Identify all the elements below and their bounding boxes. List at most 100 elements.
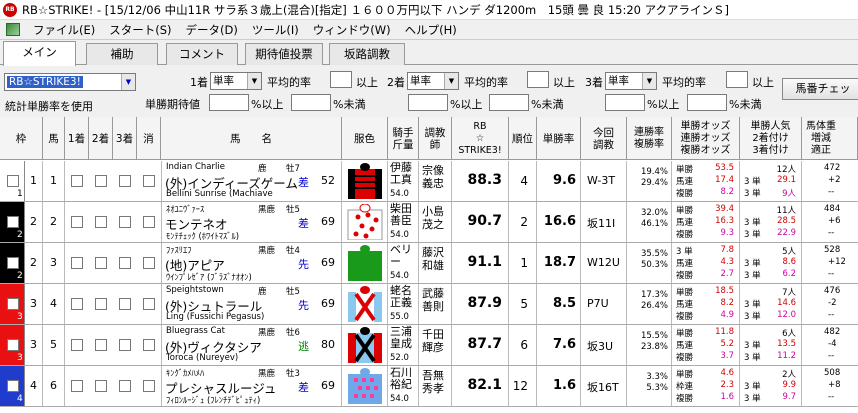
- first-checkbox[interactable]: [71, 339, 83, 351]
- place-rate-cell: 3.3% 5.3%: [627, 366, 672, 406]
- waku-checkbox[interactable]: [7, 257, 19, 269]
- trainer-name[interactable]: 千田 輝彦: [422, 328, 444, 354]
- third-checkbox[interactable]: [119, 298, 131, 310]
- waku-checkbox[interactable]: [7, 175, 19, 187]
- expected2-min-input[interactable]: [408, 94, 448, 111]
- col-rb-strike[interactable]: RB ☆ STRIKE3!: [452, 117, 509, 160]
- tab-expected-vote[interactable]: 期待値投票: [245, 43, 323, 65]
- pct-above-label-3: %以上: [647, 98, 680, 111]
- erase-checkbox[interactable]: [143, 216, 155, 228]
- col-waku[interactable]: 枠: [0, 117, 43, 160]
- rank1-type-select[interactable]: 単率 ▼: [210, 72, 262, 90]
- second-checkbox[interactable]: [95, 257, 107, 269]
- erase-checkbox[interactable]: [143, 380, 155, 392]
- jockey-name[interactable]: 石川 裕紀: [390, 367, 412, 391]
- erase-checkbox[interactable]: [143, 257, 155, 269]
- first-checkbox[interactable]: [71, 216, 83, 228]
- win-odds: 7.8: [720, 245, 734, 255]
- jockey-name[interactable]: 蛯名 正義: [390, 285, 412, 309]
- document-icon[interactable]: [6, 23, 20, 36]
- trainer-name[interactable]: 藤沢 和雄: [422, 246, 444, 272]
- third-checkbox[interactable]: [119, 216, 131, 228]
- rank2-type-select[interactable]: 単率 ▼: [407, 72, 459, 90]
- first-checkbox[interactable]: [71, 175, 83, 187]
- jockey-name[interactable]: 伊藤 工真: [390, 162, 412, 186]
- win-rate-cell: 18.7: [537, 243, 581, 283]
- col-place-rate[interactable]: 連勝率 複勝率: [627, 117, 672, 160]
- menu-file[interactable]: ファイル(E): [26, 22, 102, 38]
- erase-checkbox[interactable]: [143, 175, 155, 187]
- col-3rd[interactable]: 3着: [113, 117, 137, 160]
- menu-start[interactable]: スタート(S): [102, 22, 178, 38]
- col-popularity[interactable]: 単勝人気 2着付け 3着付け: [740, 117, 802, 160]
- col-erase[interactable]: 消: [137, 117, 161, 160]
- table-row[interactable]: 3 3 4 Speightstown 鹿 牡5 (外)シュトラール 先 69 L…: [0, 284, 858, 325]
- chevron-down-icon: ▼: [247, 73, 261, 89]
- jockey-name[interactable]: 柴田 善臣: [390, 203, 412, 227]
- erase-checkbox[interactable]: [143, 339, 155, 351]
- rank3-avg-input[interactable]: [726, 71, 748, 88]
- rank3-type-select[interactable]: 単率 ▼: [605, 72, 657, 90]
- second-checkbox[interactable]: [95, 339, 107, 351]
- table-row[interactable]: 2 2 3 ﾌｧｽﾘｴﾌ 黒鹿 牡4 (地)アピア 先 69 ｳｲﾝﾌﾟﾚｾﾞｱ…: [0, 243, 858, 284]
- tab-sub[interactable]: 補助: [86, 43, 158, 65]
- waku-checkbox[interactable]: [7, 298, 19, 310]
- expected-min-input[interactable]: [209, 94, 249, 111]
- second-checkbox[interactable]: [95, 175, 107, 187]
- third-checkbox[interactable]: [119, 380, 131, 392]
- aptitude: --: [828, 392, 835, 402]
- trainer-name[interactable]: 小島 茂之: [422, 205, 444, 231]
- second-checkbox[interactable]: [95, 298, 107, 310]
- expected3-min-input[interactable]: [605, 94, 645, 111]
- jockey-name[interactable]: ベリ ー: [390, 244, 412, 268]
- waku-checkbox[interactable]: [7, 339, 19, 351]
- first-checkbox[interactable]: [71, 298, 83, 310]
- pct-below-label-2: %未満: [531, 98, 564, 111]
- erase-checkbox[interactable]: [143, 298, 155, 310]
- third-checkbox[interactable]: [119, 339, 131, 351]
- pct-above-label-2: %以上: [450, 98, 483, 111]
- col-trainer[interactable]: 調教 師: [419, 117, 452, 160]
- trainer-name[interactable]: 吾無 秀孝: [422, 369, 444, 395]
- expected3-max-input[interactable]: [687, 94, 727, 111]
- waku-checkbox[interactable]: [7, 380, 19, 392]
- menu-tools[interactable]: ツール(I): [245, 22, 306, 38]
- table-row[interactable]: 2 2 2 ﾈｵﾕﾆｳﾞｧｰｽ 黒鹿 牡5 モンテネオ 差 69 ﾓﾝﾃﾁｪｯｸ…: [0, 202, 858, 243]
- table-row[interactable]: 1 1 1 Indian Charlie 鹿 牡7 (外)インディーズゲーム 差…: [0, 161, 858, 202]
- menu-data[interactable]: データ(D): [179, 22, 245, 38]
- mode-combo[interactable]: RB☆STRIKE3! ▼: [4, 73, 136, 91]
- third-checkbox[interactable]: [119, 175, 131, 187]
- second-checkbox[interactable]: [95, 380, 107, 392]
- col-silks[interactable]: 服色: [342, 117, 388, 160]
- jockey-name[interactable]: 三浦 皇成: [390, 326, 412, 350]
- table-row[interactable]: 3 3 5 Bluegrass Cat 黒鹿 牡6 (外)ヴィクタシア 逃 80…: [0, 325, 858, 366]
- col-rank[interactable]: 順位: [509, 117, 537, 160]
- menu-window[interactable]: ウィンドウ(W): [306, 22, 398, 38]
- menu-help[interactable]: ヘルプ(H): [398, 22, 464, 38]
- first-checkbox[interactable]: [71, 257, 83, 269]
- rank1-avg-input[interactable]: [330, 71, 352, 88]
- expected2-max-input[interactable]: [489, 94, 529, 111]
- col-2nd[interactable]: 2着: [89, 117, 113, 160]
- second-checkbox[interactable]: [95, 216, 107, 228]
- tab-comment[interactable]: コメント: [166, 43, 238, 65]
- col-win-rate[interactable]: 単勝率: [537, 117, 581, 160]
- waku-checkbox[interactable]: [7, 216, 19, 228]
- col-uma[interactable]: 馬: [43, 117, 65, 160]
- trainer-name[interactable]: 宗像 義忠: [422, 164, 444, 190]
- col-training[interactable]: 今回 調教: [581, 117, 627, 160]
- third-checkbox[interactable]: [119, 257, 131, 269]
- expected-max-input[interactable]: [291, 94, 331, 111]
- col-odds[interactable]: 単勝オッズ 連勝オッズ 複勝オッズ: [672, 117, 740, 160]
- rank2-avg-input[interactable]: [527, 71, 549, 88]
- first-checkbox[interactable]: [71, 380, 83, 392]
- table-row[interactable]: 4 4 6 ｷﾝｸﾞｶﾒﾊﾒﾊ 黒鹿 牡3 プレシャスルージュ 差 69 ﾌｨﾛ…: [0, 366, 858, 407]
- col-jockey[interactable]: 騎手 斤量: [388, 117, 419, 160]
- col-name[interactable]: 馬 名: [161, 117, 342, 160]
- horse-number-check-button[interactable]: 馬番チェッ: [782, 78, 858, 100]
- col-weight[interactable]: 馬体重 増減 適正: [802, 117, 858, 160]
- tab-hill-training[interactable]: 坂路調教: [329, 43, 405, 65]
- col-1st[interactable]: 1着: [65, 117, 89, 160]
- trainer-name[interactable]: 武藤 善則: [422, 287, 444, 313]
- tab-main[interactable]: メイン: [3, 41, 76, 66]
